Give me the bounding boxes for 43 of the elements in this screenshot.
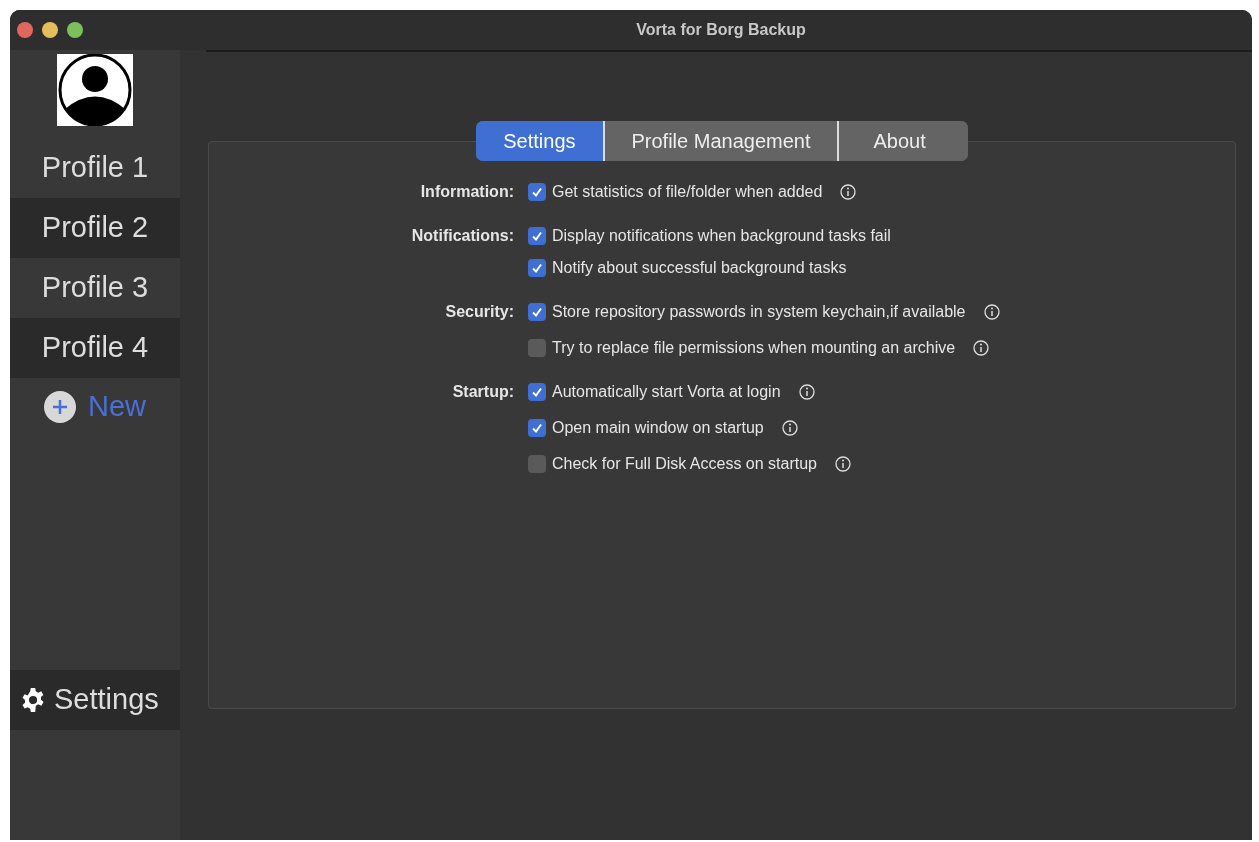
info-icon[interactable]: [973, 340, 990, 356]
checkbox[interactable]: [528, 303, 546, 321]
checkbox[interactable]: [528, 183, 546, 201]
minimize-button[interactable]: [42, 22, 58, 38]
check-icon: [531, 386, 543, 398]
option-label: Notify about successful background tasks: [552, 258, 847, 278]
group-label: Startup:: [452, 382, 514, 402]
info-icon[interactable]: [840, 184, 857, 200]
close-button[interactable]: [17, 22, 33, 38]
check-icon: [531, 186, 543, 198]
checkbox[interactable]: [528, 383, 546, 401]
zoom-button[interactable]: [67, 22, 83, 38]
check-icon: [531, 262, 543, 274]
profile-item[interactable]: Profile 2: [10, 198, 180, 258]
checkbox[interactable]: [528, 259, 546, 277]
gear-icon: [20, 687, 46, 713]
check-icon: [531, 230, 543, 242]
group-label: Notifications:: [411, 226, 514, 246]
checkbox[interactable]: [528, 455, 546, 473]
checkbox[interactable]: [528, 339, 546, 357]
avatar-icon: [57, 54, 133, 126]
window-title: Vorta for Borg Backup: [636, 21, 806, 38]
tab[interactable]: Settings: [476, 121, 605, 161]
profile-item[interactable]: Profile 4: [10, 318, 180, 378]
checkbox[interactable]: [528, 419, 546, 437]
option-label: Automatically start Vorta at login: [552, 382, 781, 402]
option-label: Display notifications when background tasks fail: [552, 226, 891, 246]
info-icon[interactable]: [983, 304, 1000, 320]
option-label: Open main window on startup: [552, 418, 764, 438]
check-icon: [531, 306, 543, 318]
group-label: Information:: [420, 182, 514, 202]
info-icon[interactable]: [835, 456, 851, 472]
plus-icon: [44, 391, 76, 423]
info-icon[interactable]: [798, 384, 815, 400]
group-label: Security:: [445, 302, 514, 322]
option-label: Store repository passwords in system keychain,if available: [552, 302, 966, 322]
info-icon[interactable]: [781, 420, 798, 436]
option-label: Get statistics of file/folder when added: [552, 182, 823, 202]
check-icon: [531, 422, 543, 434]
option-label: Check for Full Disk Access on startup: [552, 454, 817, 474]
option-label: Try to replace file permissions when mounting an archive: [552, 338, 956, 358]
settings-button[interactable]: Settings: [10, 670, 180, 730]
checkbox[interactable]: [528, 227, 546, 245]
